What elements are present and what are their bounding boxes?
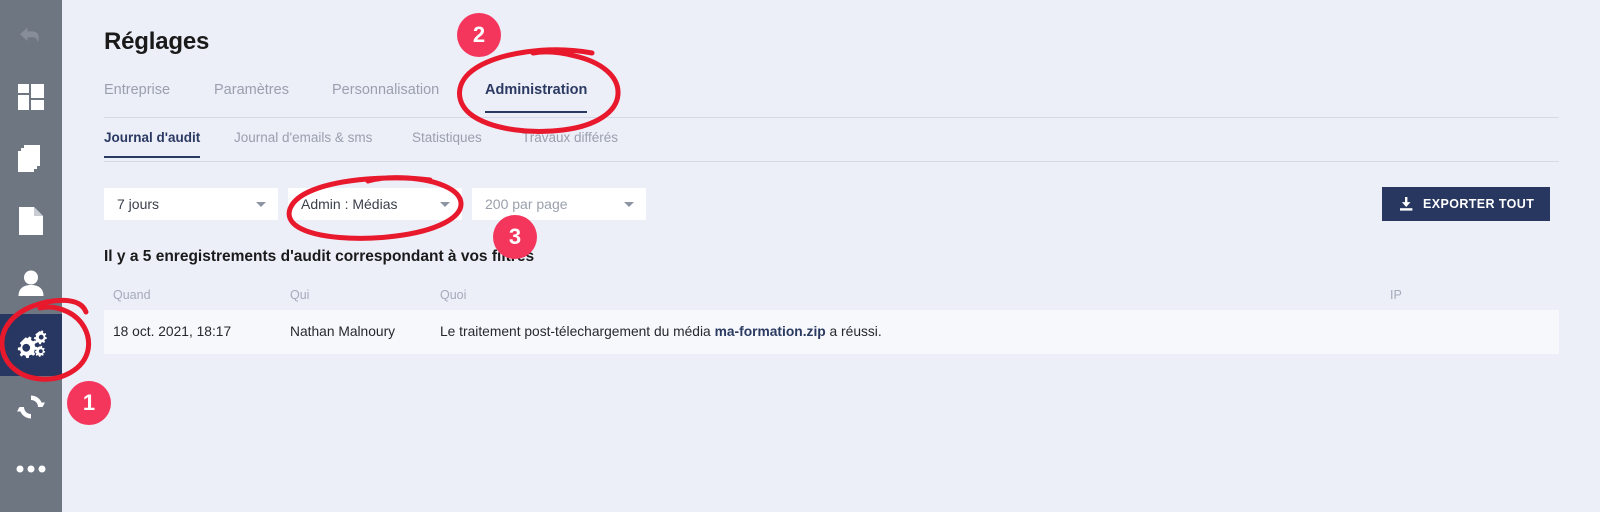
tab-travaux-differes[interactable]: Travaux différés: [522, 130, 618, 156]
tab-parametres[interactable]: Paramètres: [214, 82, 289, 111]
table-row[interactable]: 18 oct. 2021, 18:17 Nathan Malnoury Le t…: [104, 310, 1559, 354]
sidebar-item-sync[interactable]: [0, 376, 62, 438]
dashboard-icon: [18, 84, 44, 110]
audit-log-table: Quand Qui Quoi IP 18 oct. 2021, 18:17 Na…: [104, 282, 1559, 354]
filter-category-value: Admin : Médias: [301, 196, 398, 212]
filter-period-select[interactable]: 7 jours: [104, 188, 278, 220]
tab-personnalisation[interactable]: Personnalisation: [332, 82, 439, 111]
sidebar-item-documents[interactable]: [0, 190, 62, 252]
result-count-text: Il y a 5 enregistrements d'audit corresp…: [104, 248, 535, 265]
sidebar-item-settings[interactable]: [0, 314, 62, 376]
back-arrow-icon: [16, 20, 46, 50]
cell-quand: 18 oct. 2021, 18:17: [113, 324, 232, 339]
sidebar-item-contacts[interactable]: [0, 252, 62, 314]
column-header-qui: Qui: [290, 288, 310, 302]
primary-tab-bar: Entreprise Paramètres Personnalisation A…: [104, 82, 1559, 118]
filter-category-select[interactable]: Admin : Médias: [288, 188, 462, 220]
sidebar-item-pages[interactable]: [0, 128, 62, 190]
download-icon: [1398, 196, 1414, 212]
cell-qui: Nathan Malnoury: [290, 324, 396, 339]
tab-journal-audit[interactable]: Journal d'audit: [104, 130, 201, 158]
chevron-down-icon: [624, 202, 634, 207]
sync-icon: [17, 393, 45, 421]
column-header-quand: Quand: [113, 288, 151, 302]
gears-icon: [14, 329, 48, 361]
tab-administration[interactable]: Administration: [485, 82, 588, 113]
copy-pages-icon: [18, 145, 44, 173]
tab-journal-emails-sms[interactable]: Journal d'emails & sms: [234, 130, 372, 156]
filter-page-size-select[interactable]: 200 par page: [472, 188, 646, 220]
chevron-down-icon: [440, 202, 450, 207]
page-title: Réglages: [104, 28, 210, 55]
column-header-quoi: Quoi: [440, 288, 467, 302]
cell-quoi-prefix: Le traitement post-télechargement du méd…: [440, 324, 715, 339]
media-file-link[interactable]: ma-formation.zip: [715, 324, 826, 339]
cell-quoi-suffix: a réussi.: [825, 324, 882, 339]
table-header-row: Quand Qui Quoi IP: [104, 282, 1559, 310]
sidebar-item-dashboard[interactable]: [0, 66, 62, 128]
secondary-tab-bar: Journal d'audit Journal d'emails & sms S…: [104, 130, 1559, 162]
sidebar-item-more[interactable]: [0, 438, 62, 500]
chevron-down-icon: [256, 202, 266, 207]
user-icon: [18, 270, 44, 296]
filter-page-size-value: 200 par page: [485, 196, 568, 212]
filter-period-value: 7 jours: [117, 196, 160, 212]
export-all-label: EXPORTER TOUT: [1423, 197, 1535, 211]
document-icon: [19, 207, 43, 235]
column-header-ip: IP: [1390, 288, 1402, 302]
cell-quoi: Le traitement post-télechargement du méd…: [440, 324, 882, 339]
tab-statistiques[interactable]: Statistiques: [412, 130, 482, 156]
tab-entreprise[interactable]: Entreprise: [104, 82, 170, 111]
main-content: Réglages Entreprise Paramètres Personnal…: [62, 0, 1600, 512]
main-sidebar: [0, 0, 62, 512]
export-all-button[interactable]: EXPORTER TOUT: [1382, 187, 1551, 221]
more-dots-icon: [16, 465, 46, 473]
sidebar-item-back[interactable]: [0, 4, 62, 66]
